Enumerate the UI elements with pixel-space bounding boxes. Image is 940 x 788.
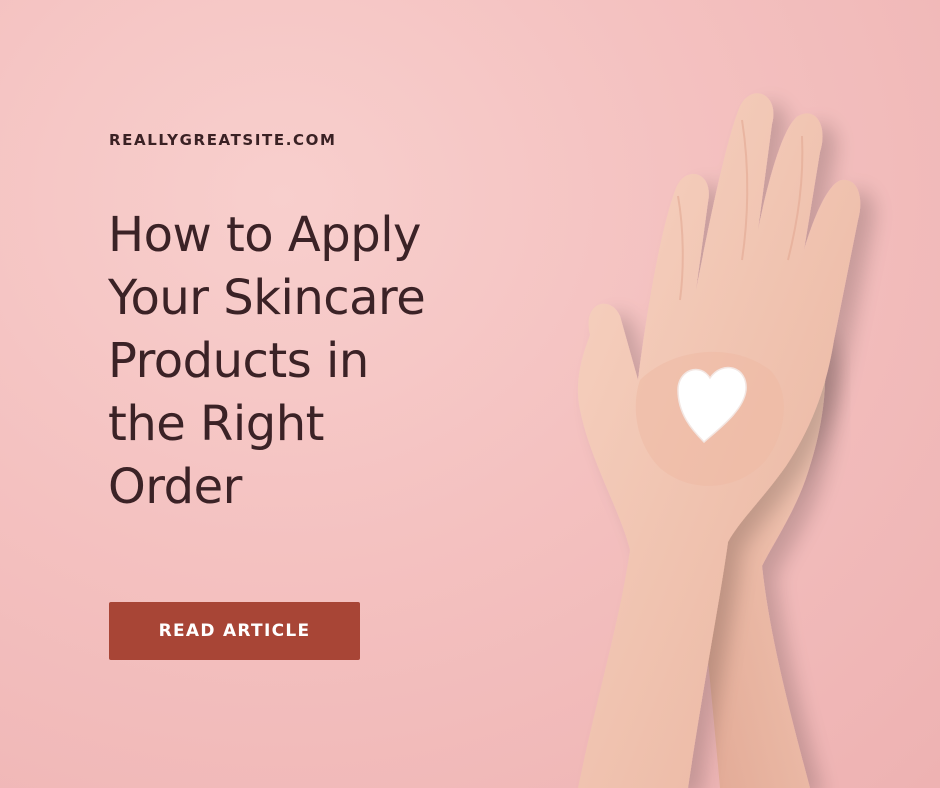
site-url-label: REALLYGREATSITE.COM <box>109 131 337 149</box>
page-title: How to Apply Your Skincare Products in t… <box>108 204 528 519</box>
headline-line-1: How to Apply <box>108 207 421 263</box>
hands-holding-heart-cream-icon <box>470 80 940 788</box>
headline-line-5: Order <box>108 459 242 515</box>
headline-line-3: Products in <box>108 333 369 389</box>
promo-canvas: REALLYGREATSITE.COM How to Apply Your Sk… <box>0 0 940 788</box>
headline-line-4: the Right <box>108 396 324 452</box>
read-article-button[interactable]: READ ARTICLE <box>109 602 360 660</box>
headline-line-2: Your Skincare <box>108 270 426 326</box>
